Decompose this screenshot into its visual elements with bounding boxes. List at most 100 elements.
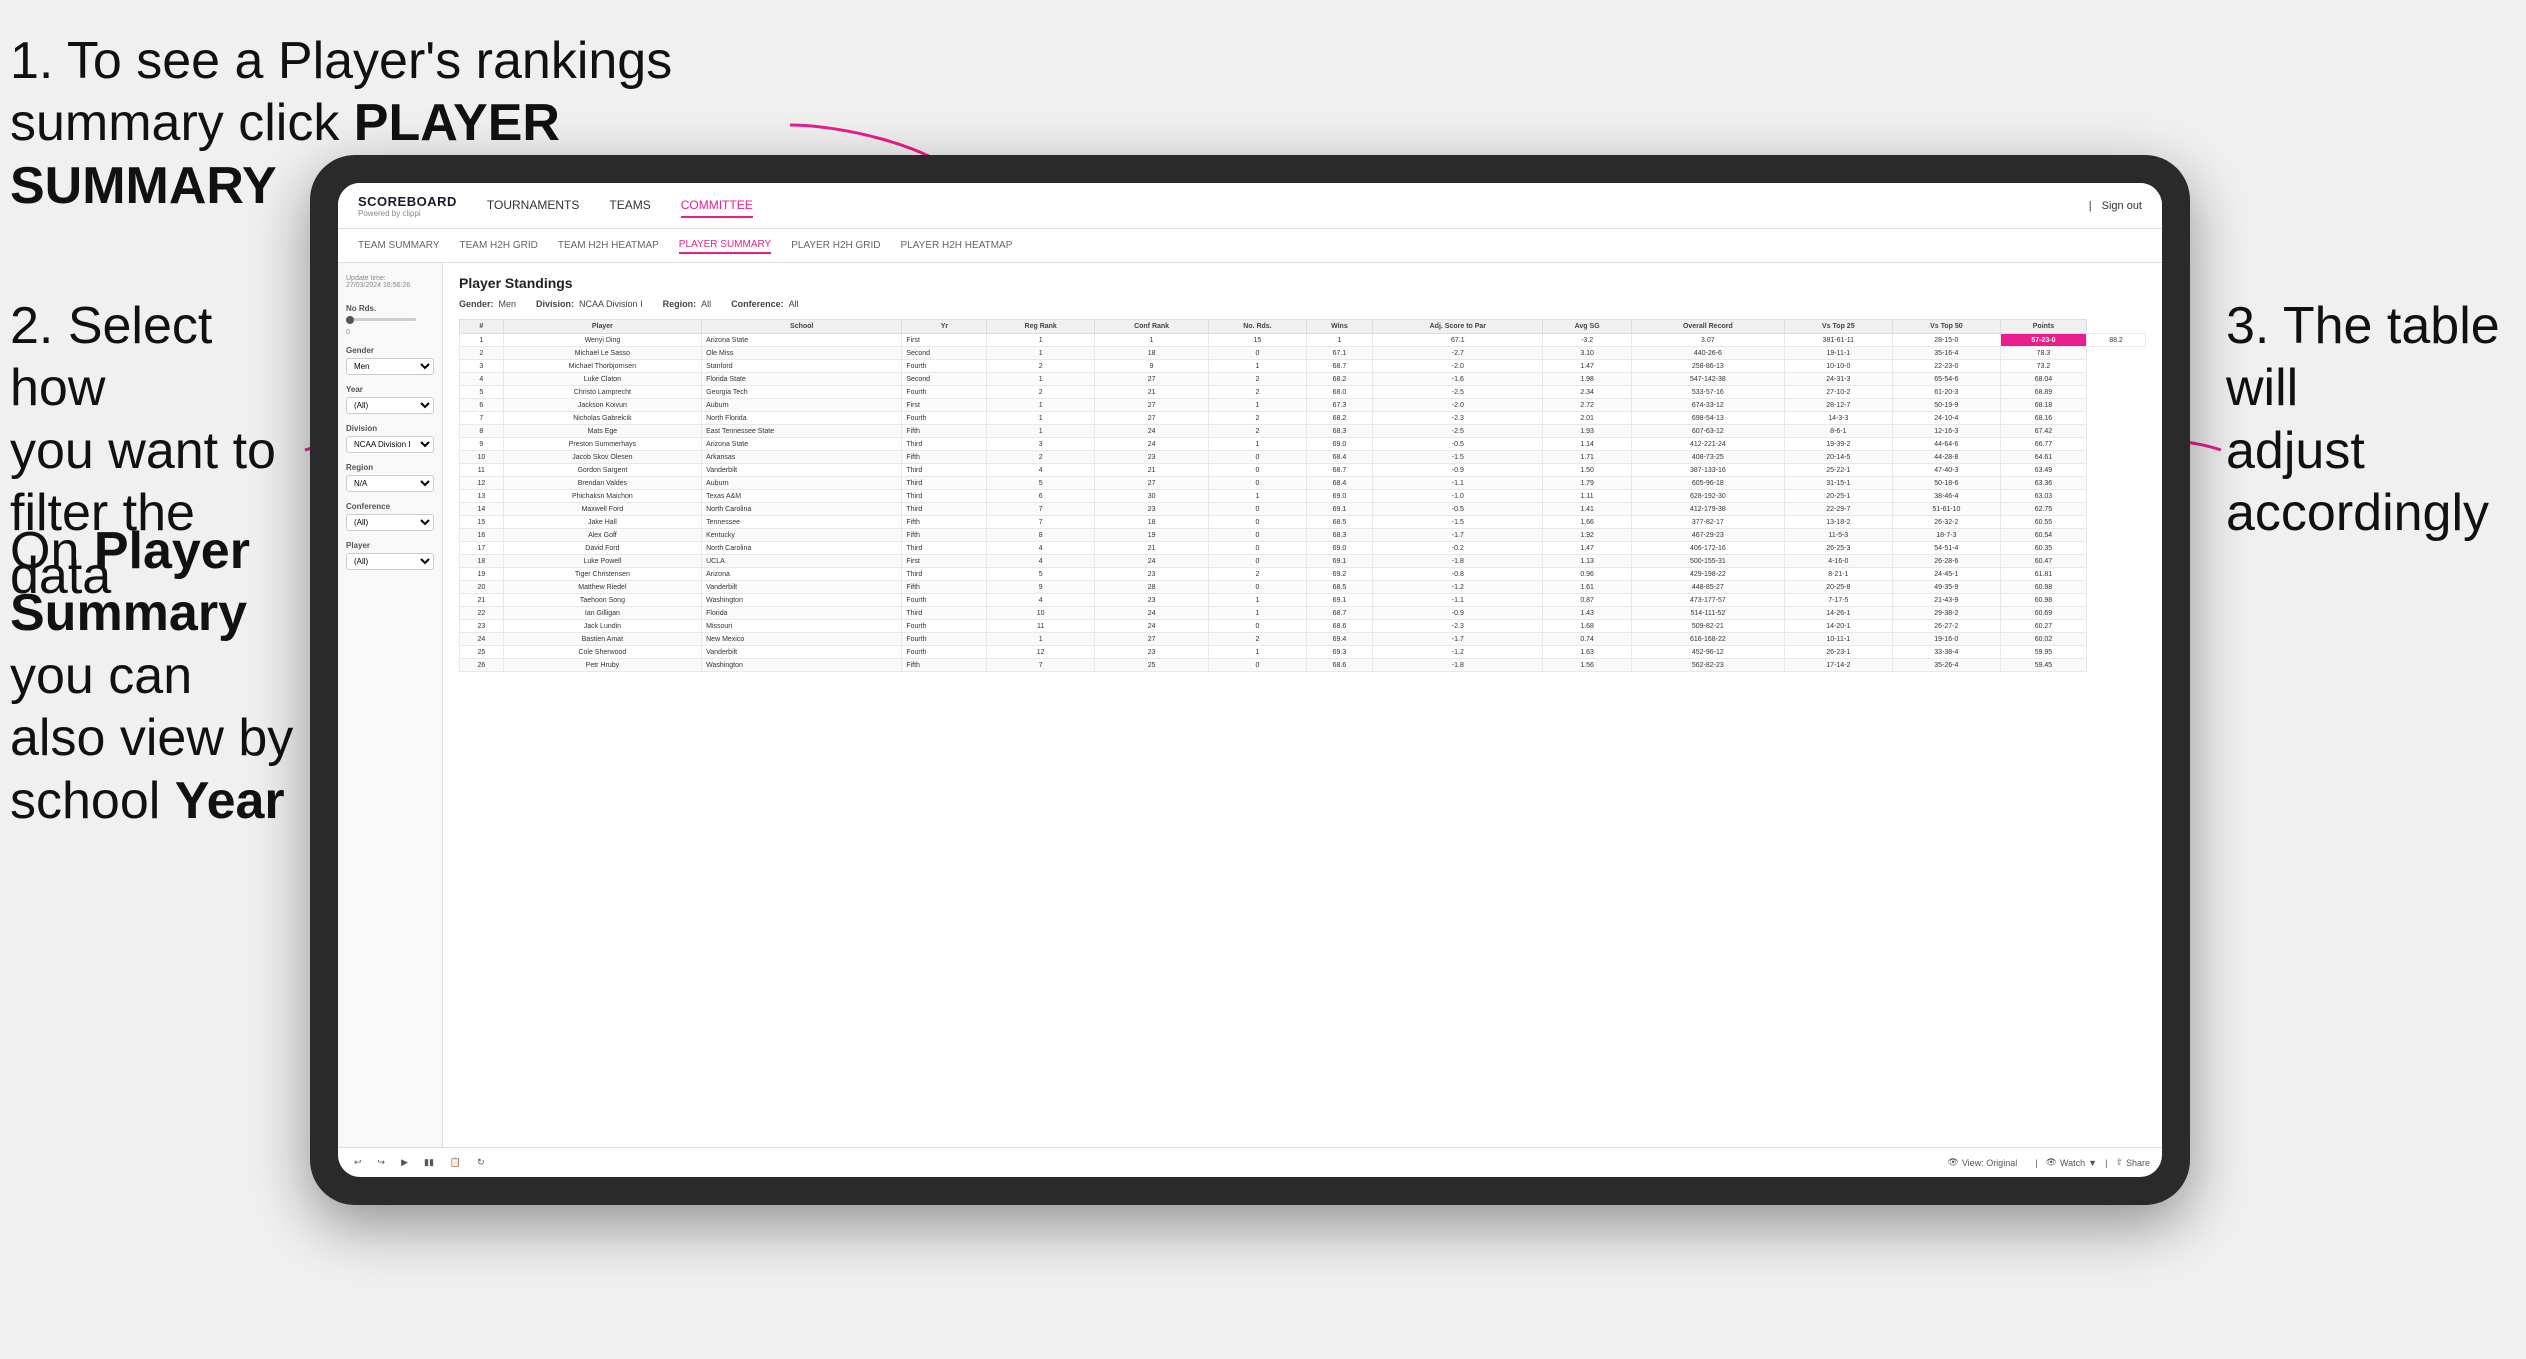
th-vs-top25: Vs Top 25 <box>1784 320 1892 334</box>
nav-pipe: | <box>2089 200 2092 212</box>
redo-btn[interactable]: ↪ <box>374 1155 390 1170</box>
no-rds-label: No Rds. <box>346 304 434 313</box>
table-cell: Auburn <box>702 477 902 490</box>
nav-committee[interactable]: COMMITTEE <box>681 194 753 218</box>
table-cell: 1.93 <box>1543 425 1632 438</box>
table-cell: 60.98 <box>2000 594 2086 607</box>
table-cell: Washington <box>702 594 902 607</box>
sign-out-link[interactable]: Sign out <box>2102 200 2142 212</box>
refresh-btn[interactable]: ↻ <box>473 1155 489 1170</box>
table-cell: 10 <box>460 451 504 464</box>
table-cell: 1 <box>1094 334 1208 347</box>
table-cell: 24 <box>1094 438 1208 451</box>
table-cell: Fourth <box>902 412 987 425</box>
table-cell: Tiger Christensen <box>503 568 701 581</box>
table-row: 14Maxwell FordNorth CarolinaThird723069.… <box>460 503 2146 516</box>
table-cell: -1.7 <box>1373 633 1543 646</box>
annotation-3-right: 3. The table will adjust accordingly <box>2226 295 2516 545</box>
table-cell: -1.5 <box>1373 451 1543 464</box>
sub-nav-player-summary[interactable]: PLAYER SUMMARY <box>679 237 771 254</box>
forward-btn[interactable]: ▶ <box>397 1155 412 1170</box>
table-cell: 60.55 <box>2000 516 2086 529</box>
table-cell: Christo Lamprecht <box>503 386 701 399</box>
table-cell: 387-133-16 <box>1631 464 1784 477</box>
table-cell: 68.4 <box>1306 477 1373 490</box>
table-cell: 68.89 <box>2000 386 2086 399</box>
table-cell: -0.2 <box>1373 542 1543 555</box>
table-cell: Jacob Skov Olesen <box>503 451 701 464</box>
table-cell: 0 <box>1209 503 1306 516</box>
sub-nav-team-h2h-grid[interactable]: TEAM H2H GRID <box>460 238 538 253</box>
division-select[interactable]: NCAA Division I NCAA Division II NCAA Di… <box>346 436 434 453</box>
table-cell: Taehoon Song <box>503 594 701 607</box>
table-cell: 18-7-3 <box>1892 529 2000 542</box>
slider-thumb[interactable] <box>346 316 354 324</box>
table-cell: 440-26-6 <box>1631 347 1784 360</box>
region-select[interactable]: N/A All <box>346 475 434 492</box>
sub-nav: TEAM SUMMARY TEAM H2H GRID TEAM H2H HEAT… <box>338 229 2162 263</box>
table-cell: Third <box>902 477 987 490</box>
update-time: Update time: 27/03/2024 16:56:26 <box>346 275 434 289</box>
nav-tournaments[interactable]: TOURNAMENTS <box>487 194 579 218</box>
page-title: Player Standings <box>459 275 2146 291</box>
th-points: Points <box>2000 320 2086 334</box>
table-cell: Fourth <box>902 386 987 399</box>
watch-btn[interactable]: 👁 Watch ▼ <box>2046 1157 2098 1168</box>
table-cell: -2.5 <box>1373 386 1543 399</box>
undo-btn[interactable]: ↩ <box>350 1155 366 1170</box>
table-row: 16Alex GoffKentuckyFifth819068.3-1.71.92… <box>460 529 2146 542</box>
table-cell: Wenyi Ding <box>503 334 701 347</box>
copy-btn[interactable]: ▮▮ <box>420 1155 438 1170</box>
table-cell: 0 <box>1209 529 1306 542</box>
nav-bar: SCOREBOARD Powered by clippi TOURNAMENTS… <box>338 183 2162 229</box>
table-cell: 533-57-16 <box>1631 386 1784 399</box>
table-cell: 69.0 <box>1306 438 1373 451</box>
table-cell: Florida State <box>702 373 902 386</box>
table-cell: 50-19-9 <box>1892 399 2000 412</box>
player-select[interactable]: (All) <box>346 553 434 570</box>
table-cell: Third <box>902 542 987 555</box>
filters-row: Gender: Men Division: NCAA Division I Re… <box>459 299 2146 309</box>
sub-nav-team-h2h-heatmap[interactable]: TEAM H2H HEATMAP <box>558 238 659 253</box>
table-cell: 68.18 <box>2000 399 2086 412</box>
table-cell: 7 <box>987 516 1094 529</box>
conference-select[interactable]: (All) <box>346 514 434 531</box>
table-cell: 88.2 <box>2087 334 2146 347</box>
th-adj-score: Adj. Score to Par <box>1373 320 1543 334</box>
table-cell: 27 <box>1094 477 1208 490</box>
table-cell: 1.13 <box>1543 555 1632 568</box>
share-btn[interactable]: ⇧ Share <box>2115 1157 2150 1168</box>
table-body: 1Wenyi DingArizona StateFirst1115167.1-3… <box>460 334 2146 672</box>
table-cell: Jack Lundin <box>503 620 701 633</box>
gender-select[interactable]: Men Women <box>346 358 434 375</box>
sub-nav-team-summary[interactable]: TEAM SUMMARY <box>358 238 440 253</box>
table-cell: Fourth <box>902 633 987 646</box>
table-row: 1Wenyi DingArizona StateFirst1115167.1-3… <box>460 334 2146 347</box>
th-overall-record: Overall Record <box>1631 320 1784 334</box>
table-cell: Fourth <box>902 620 987 633</box>
table-cell: 258-86-13 <box>1631 360 1784 373</box>
paste-btn[interactable]: 📋 <box>446 1155 465 1170</box>
view-original-btn[interactable]: 👁 View: Original <box>1947 1157 2017 1168</box>
table-cell: 26-27-2 <box>1892 620 2000 633</box>
table-cell: 60.98 <box>2000 581 2086 594</box>
table-cell: 22-23-0 <box>1892 360 2000 373</box>
filter-division: Division: NCAA Division I <box>536 299 643 309</box>
table-cell: -3.2 <box>1543 334 1632 347</box>
sub-nav-player-h2h-grid[interactable]: PLAYER H2H GRID <box>791 238 880 253</box>
table-cell: Fifth <box>902 659 987 672</box>
table-cell: 0 <box>1209 542 1306 555</box>
nav-teams[interactable]: TEAMS <box>609 194 650 218</box>
table-cell: 67.42 <box>2000 425 2086 438</box>
table-cell: 22 <box>460 607 504 620</box>
table-cell: 24 <box>1094 607 1208 620</box>
table-cell: 68.4 <box>1306 451 1373 464</box>
table-cell: 0 <box>1209 477 1306 490</box>
table-cell: 12-16-3 <box>1892 425 2000 438</box>
table-cell: 9 <box>987 581 1094 594</box>
table-row: 3Michael ThorbjornsenStanfordFourth29168… <box>460 360 2146 373</box>
year-select[interactable]: (All) First Second Third Fourth Fifth <box>346 397 434 414</box>
sub-nav-player-h2h-heatmap[interactable]: PLAYER H2H HEATMAP <box>901 238 1013 253</box>
nav-right: | Sign out <box>2089 200 2142 212</box>
table-cell: 2 <box>1209 412 1306 425</box>
